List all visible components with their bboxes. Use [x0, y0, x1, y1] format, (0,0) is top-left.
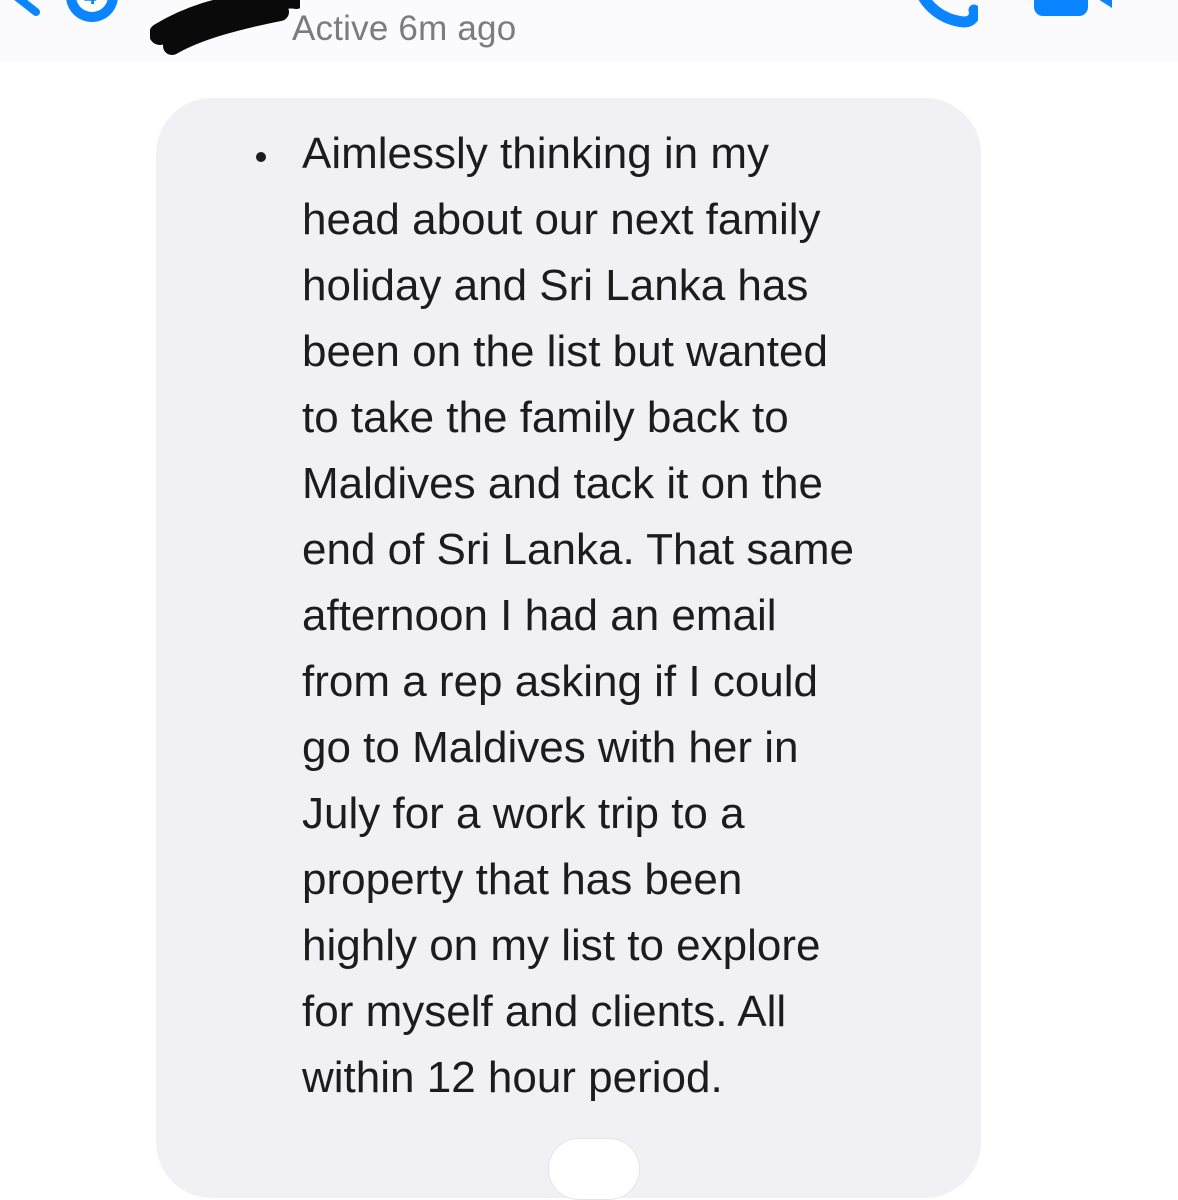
chat-header: 4 Active 6m ago — [0, 0, 1178, 62]
video-icon[interactable] — [1030, 0, 1114, 22]
message-line: July for a work trip to a — [302, 789, 745, 838]
svg-text:4: 4 — [84, 0, 97, 9]
chevron-back-icon[interactable]: 4 — [0, 0, 120, 28]
message-line: holiday and Sri Lanka has — [302, 261, 809, 310]
message-line: go to Maldives with her in — [302, 723, 799, 772]
message-line: Maldives and tack it on the — [302, 459, 823, 508]
message-line: for myself and clients. All — [302, 987, 787, 1036]
message-line: property that has been — [302, 855, 743, 904]
message-text: Aimlessly thinking in my head about our … — [302, 121, 962, 1111]
message-line: to take the family back to — [302, 393, 789, 442]
message-line: Aimlessly thinking in my — [302, 129, 770, 178]
phone-icon[interactable] — [912, 0, 978, 28]
message-line: from a rep asking if I could — [302, 657, 819, 706]
message-line: head about our next family — [302, 195, 821, 244]
message-line: been on the list but wanted — [302, 327, 828, 376]
active-status: Active 6m ago — [292, 9, 517, 48]
message-line: afternoon I had an email — [302, 591, 777, 640]
message-line: highly on my list to explore — [302, 921, 821, 970]
message-line: end of Sri Lanka. That same — [302, 525, 854, 574]
reaction-button[interactable] — [548, 1138, 640, 1200]
redaction-mark — [150, 0, 300, 55]
bullet-point — [256, 152, 266, 162]
message-line: within 12 hour period. — [302, 1053, 723, 1102]
